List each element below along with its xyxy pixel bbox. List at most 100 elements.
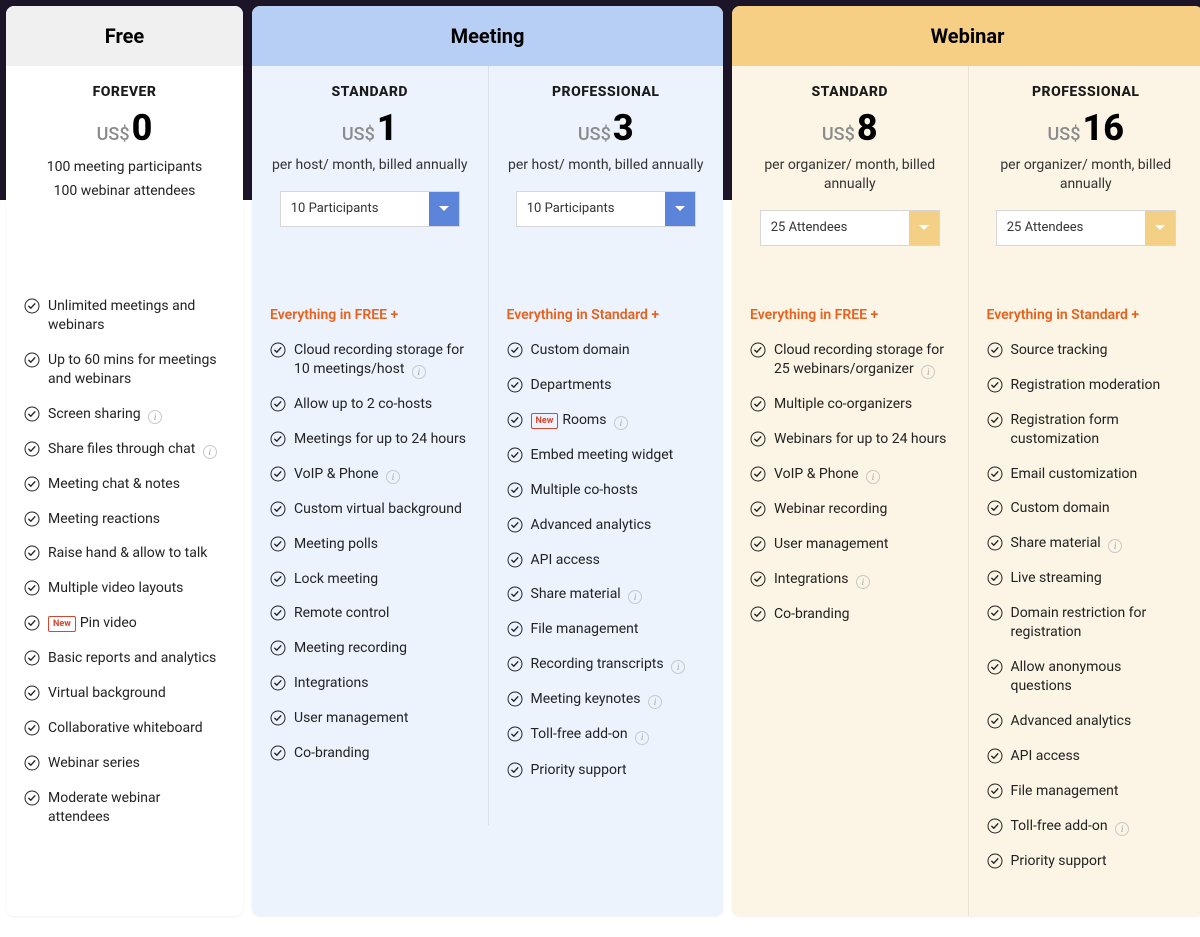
feature-item: Domain restriction for registration — [987, 604, 1186, 642]
check-circle-icon — [987, 818, 1003, 834]
info-icon[interactable]: i — [628, 590, 642, 604]
feature-item: User management — [270, 709, 470, 728]
feature-text: Custom virtual background — [294, 500, 470, 519]
check-circle-icon — [507, 552, 523, 568]
check-circle-icon — [987, 342, 1003, 358]
check-circle-icon — [270, 536, 286, 552]
feature-item: File management — [987, 782, 1186, 801]
feature-text: User management — [294, 709, 470, 728]
info-icon[interactable]: i — [614, 416, 628, 430]
feature-item: API access — [507, 551, 706, 570]
feature-item: Collaborative whiteboard — [24, 719, 225, 738]
feature-text: VoIP & Phone i — [294, 465, 470, 484]
info-icon[interactable]: i — [1108, 539, 1122, 553]
info-icon[interactable]: i — [671, 660, 685, 674]
price-amount: 8 — [857, 110, 878, 146]
feature-text: Up to 60 mins for meetings and webinars — [48, 351, 225, 389]
feature-item: Embed meeting widget — [507, 446, 706, 465]
plan-subline: 100 webinar attendees — [20, 180, 229, 202]
feature-item: Toll-free add-on i — [987, 817, 1186, 836]
feature-item: Moderate webinar attendees — [24, 789, 225, 827]
check-circle-icon — [24, 352, 40, 368]
new-badge: New — [531, 413, 559, 429]
price-currency: US$ — [822, 124, 855, 145]
chevron-down-icon — [1145, 211, 1175, 245]
feature-item: Webinar series — [24, 754, 225, 773]
plan-meeting-professional: PROFESSIONAL US$ 3 per host/ month, bill… — [488, 66, 724, 281]
info-icon[interactable]: i — [148, 410, 162, 424]
feature-item: Cloud recording storage for 10 meetings/… — [270, 341, 470, 379]
participants-dropdown[interactable]: 10 Participants — [280, 191, 460, 227]
feature-intro: Everything in Standard + — [987, 307, 1186, 323]
feature-item: Virtual background — [24, 684, 225, 703]
feature-item: Share material i — [507, 585, 706, 604]
info-icon[interactable]: i — [921, 365, 935, 379]
feature-item: Multiple co-hosts — [507, 481, 706, 500]
feature-item: Meeting chat & notes — [24, 475, 225, 494]
info-icon[interactable]: i — [412, 365, 426, 379]
info-icon[interactable]: i — [635, 731, 649, 745]
plan-webinar-standard: STANDARD US$ 8 per organizer/ month, bil… — [732, 66, 968, 281]
feature-item: Integrations — [270, 674, 470, 693]
feature-text: Co-branding — [774, 605, 950, 624]
feature-text: Meetings for up to 24 hours — [294, 430, 470, 449]
dropdown-value: 25 Attendees — [761, 211, 909, 245]
feature-text: NewRooms i — [531, 411, 706, 430]
price-amount: 3 — [613, 110, 634, 146]
feature-text: Moderate webinar attendees — [48, 789, 225, 827]
check-circle-icon — [507, 762, 523, 778]
participants-dropdown[interactable]: 10 Participants — [516, 191, 696, 227]
feature-item: Custom domain — [987, 499, 1186, 518]
group-meeting: Meeting STANDARD US$ 1 per host/ month, … — [252, 6, 723, 916]
info-icon[interactable]: i — [866, 470, 880, 484]
info-icon[interactable]: i — [648, 695, 662, 709]
check-circle-icon — [270, 342, 286, 358]
feature-item: Registration form customization — [987, 411, 1186, 449]
check-circle-icon — [270, 745, 286, 761]
feature-list: Custom domainDepartmentsNewRooms iEmbed … — [507, 341, 706, 779]
plan-subline: 100 meeting participants — [20, 156, 229, 178]
feature-item: Raise hand & allow to talk — [24, 544, 225, 563]
feature-item: Integrations i — [750, 570, 950, 589]
feature-text: API access — [1011, 747, 1186, 766]
check-circle-icon — [507, 691, 523, 707]
check-circle-icon — [987, 605, 1003, 621]
check-circle-icon — [270, 396, 286, 412]
check-circle-icon — [270, 466, 286, 482]
feature-text: Allow anonymous questions — [1011, 658, 1186, 696]
feature-item: Registration moderation — [987, 376, 1186, 395]
check-circle-icon — [24, 580, 40, 596]
price-currency: US$ — [1048, 124, 1081, 145]
feature-item: Multiple co-organizers — [750, 395, 950, 414]
feature-item: File management — [507, 620, 706, 639]
check-circle-icon — [507, 342, 523, 358]
price: US$ 1 — [342, 110, 398, 146]
info-icon[interactable]: i — [856, 575, 870, 589]
plan-free-forever: FOREVER US$ 0 100 meeting participants 1… — [6, 66, 243, 231]
check-circle-icon — [507, 621, 523, 637]
feature-text: Custom domain — [531, 341, 706, 360]
check-circle-icon — [987, 535, 1003, 551]
plan-name: PROFESSIONAL — [503, 84, 710, 100]
info-icon[interactable]: i — [386, 470, 400, 484]
feature-text: Webinar series — [48, 754, 225, 773]
info-icon[interactable]: i — [1115, 822, 1129, 836]
feature-text: Multiple co-organizers — [774, 395, 950, 414]
check-circle-icon — [270, 501, 286, 517]
attendees-dropdown[interactable]: 25 Attendees — [996, 210, 1176, 246]
feature-text: Webinars for up to 24 hours — [774, 430, 950, 449]
feature-item: Custom domain — [507, 341, 706, 360]
info-icon[interactable]: i — [203, 445, 217, 459]
feature-item: Webinar recording — [750, 500, 950, 519]
check-circle-icon — [987, 466, 1003, 482]
group-free: Free FOREVER US$ 0 100 meeting participa… — [6, 6, 243, 916]
check-circle-icon — [24, 685, 40, 701]
price: US$ 8 — [822, 110, 878, 146]
attendees-dropdown[interactable]: 25 Attendees — [760, 210, 940, 246]
check-circle-icon — [24, 720, 40, 736]
check-circle-icon — [987, 377, 1003, 393]
feature-item: Meeting reactions — [24, 510, 225, 529]
feature-text: Advanced analytics — [1011, 712, 1186, 731]
feature-item: User management — [750, 535, 950, 554]
feature-item: Source tracking — [987, 341, 1186, 360]
